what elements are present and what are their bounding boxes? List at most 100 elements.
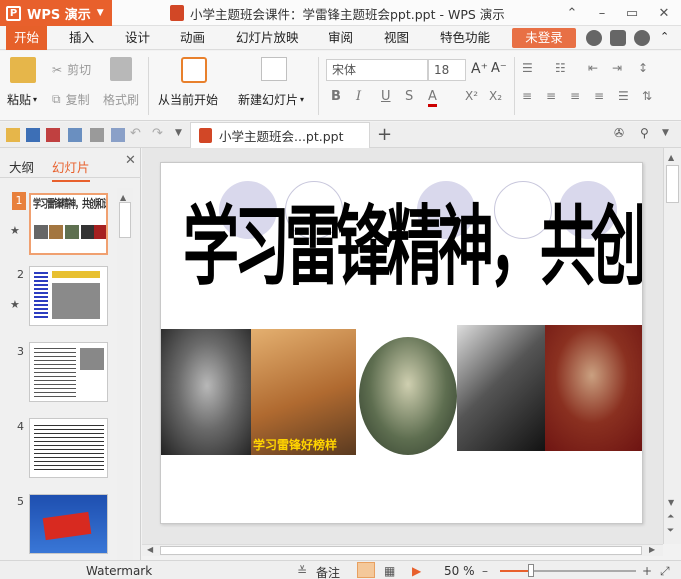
scroll-right-icon[interactable]: ▶	[649, 545, 655, 554]
font-name-select[interactable]: 宋体	[326, 59, 428, 81]
thumbnail-scrollbar[interactable]: ▲	[117, 188, 133, 562]
text-direction-icon[interactable]: ⇅	[642, 89, 652, 103]
window-title-text: 小学主题班会课件：学雷锋主题班会ppt.ppt - WPS 演示	[190, 6, 505, 22]
collapse-icon[interactable]: ⌃	[560, 0, 584, 26]
decrease-indent-icon[interactable]: ⇤	[588, 61, 598, 75]
scrollbar-thumb[interactable]	[160, 546, 642, 555]
vertical-scrollbar[interactable]: ▲ ▼ ⏶ ⏷	[663, 148, 681, 544]
slideshow-icon[interactable]: ▶	[412, 564, 421, 578]
login-button[interactable]: 未登录	[512, 28, 576, 48]
slide-sorter-icon[interactable]: ▦	[384, 564, 395, 578]
cut-button[interactable]: ✂ 剪切	[52, 61, 91, 78]
font-size-select[interactable]: 18	[428, 59, 466, 81]
slide-thumbnail-3[interactable]	[29, 342, 108, 402]
redo-icon[interactable]: ↷	[152, 126, 163, 141]
paste-label: 粘贴	[7, 93, 32, 107]
fit-window-icon[interactable]: ⤢	[660, 564, 670, 579]
tab-insert[interactable]: 插入	[69, 26, 94, 50]
tab-outline[interactable]: 大纲	[9, 157, 34, 176]
slide-canvas[interactable]: 学习雷锋精神，共创和谐校园 学习雷锋好榜样	[160, 162, 643, 524]
export-pdf-icon[interactable]	[46, 128, 60, 142]
chevron-down-icon[interactable]: ▼	[662, 128, 669, 138]
undo-icon[interactable]: ↶	[130, 126, 141, 141]
underline-icon[interactable]: U	[381, 89, 391, 104]
font-color-icon[interactable]: A	[428, 89, 437, 107]
tab-special[interactable]: 特色功能	[440, 26, 490, 50]
tools-icon[interactable]: ✇	[614, 126, 624, 140]
print-preview-icon[interactable]	[90, 128, 104, 142]
pin-icon[interactable]: ⚲	[640, 126, 649, 140]
align-left-icon[interactable]: ≡	[522, 89, 532, 103]
notes-icon[interactable]: ≚	[297, 564, 307, 578]
slide-thumbnail-4[interactable]	[29, 418, 108, 478]
bold-icon[interactable]: B	[331, 89, 341, 104]
thumbnail-title: 学习雷锋精神，共创和谐校园	[33, 197, 106, 211]
close-button[interactable]: ✕	[652, 0, 676, 26]
bullet-list-icon[interactable]: ☰	[522, 61, 533, 75]
shadow-icon[interactable]: S	[405, 89, 413, 104]
copy-button[interactable]: ⧉ 复制	[52, 91, 90, 108]
more-icon[interactable]: ⌃	[660, 30, 669, 43]
format-painter-button[interactable]: 格式刷	[103, 91, 139, 108]
shirt-icon[interactable]	[610, 30, 626, 46]
numbered-list-icon[interactable]: ☷	[555, 61, 566, 75]
preview-icon[interactable]	[111, 128, 125, 142]
skin-icon[interactable]	[586, 30, 602, 46]
zoom-out-button[interactable]: –	[482, 564, 488, 578]
distribute-icon[interactable]: ☰	[618, 89, 629, 103]
open-icon[interactable]	[6, 128, 20, 142]
zoom-level[interactable]: 50 %	[444, 564, 475, 578]
tab-review[interactable]: 审阅	[328, 26, 353, 50]
tab-slideshow[interactable]: 幻灯片放映	[236, 26, 299, 50]
new-tab-button[interactable]: +	[377, 124, 392, 145]
slide-thumbnail-2[interactable]	[29, 266, 108, 326]
format-painter-icon[interactable]	[110, 57, 132, 81]
customize-icon[interactable]: ▼	[175, 128, 182, 138]
tab-animation[interactable]: 动画	[180, 26, 205, 50]
horizontal-scrollbar[interactable]: ◀ ▶	[142, 544, 663, 556]
scroll-left-icon[interactable]: ◀	[147, 545, 153, 554]
previous-slide-icon[interactable]: ⏶	[667, 512, 674, 522]
slide-thumbnail-1[interactable]: 学习雷锋精神，共创和谐校园	[29, 193, 108, 255]
grow-font-icon[interactable]: A⁺	[471, 61, 488, 77]
from-current-button[interactable]: 从当前开始	[158, 91, 218, 108]
tab-home[interactable]: 开始	[6, 26, 48, 50]
align-right-icon[interactable]: ≡	[570, 89, 580, 103]
tab-design[interactable]: 设计	[125, 26, 150, 50]
scroll-down-icon[interactable]: ▼	[668, 498, 674, 507]
scrollbar-thumb[interactable]	[119, 202, 131, 238]
align-center-icon[interactable]: ≡	[546, 89, 556, 103]
app-menu-button[interactable]: P WPS 演示 ▼	[0, 0, 112, 26]
zoom-in-button[interactable]: +	[642, 564, 652, 578]
tab-view[interactable]: 视图	[384, 26, 409, 50]
minimize-button[interactable]: –	[590, 0, 614, 26]
zoom-slider-handle[interactable]	[528, 564, 534, 577]
paste-button[interactable]: 粘贴 ▾	[7, 91, 37, 108]
line-spacing-icon[interactable]: ↕	[638, 61, 648, 75]
close-icon[interactable]: ✕	[125, 153, 136, 168]
play-icon[interactable]	[181, 57, 207, 83]
new-slide-icon[interactable]	[261, 57, 287, 81]
increase-indent-icon[interactable]: ⇥	[612, 61, 622, 75]
normal-view-icon[interactable]	[357, 562, 375, 578]
italic-icon[interactable]: I	[356, 89, 361, 104]
document-tab-label: 小学主题班会...pt.ppt	[219, 129, 344, 144]
scrollbar-thumb[interactable]	[666, 165, 679, 203]
help-icon[interactable]	[634, 30, 650, 46]
subscript-icon[interactable]: X₂	[489, 89, 502, 103]
print-icon[interactable]	[68, 128, 82, 142]
justify-icon[interactable]: ≡	[594, 89, 604, 103]
document-tab[interactable]: 小学主题班会...pt.ppt	[190, 122, 370, 148]
maximize-button[interactable]: ▭	[620, 0, 644, 26]
superscript-icon[interactable]: X²	[465, 89, 478, 103]
slide-number: 2	[17, 268, 24, 281]
paste-icon[interactable]	[10, 57, 36, 83]
shrink-font-icon[interactable]: A⁻	[491, 61, 507, 76]
slide-thumbnail-5[interactable]	[29, 494, 108, 554]
save-icon[interactable]	[26, 128, 40, 142]
next-slide-icon[interactable]: ⏷	[667, 526, 674, 536]
tab-slides[interactable]: 幻灯片	[52, 157, 90, 182]
notes-button[interactable]: 备注	[316, 564, 340, 579]
thumbnail-image	[52, 283, 100, 319]
new-slide-button[interactable]: 新建幻灯片 ▾	[238, 91, 304, 108]
